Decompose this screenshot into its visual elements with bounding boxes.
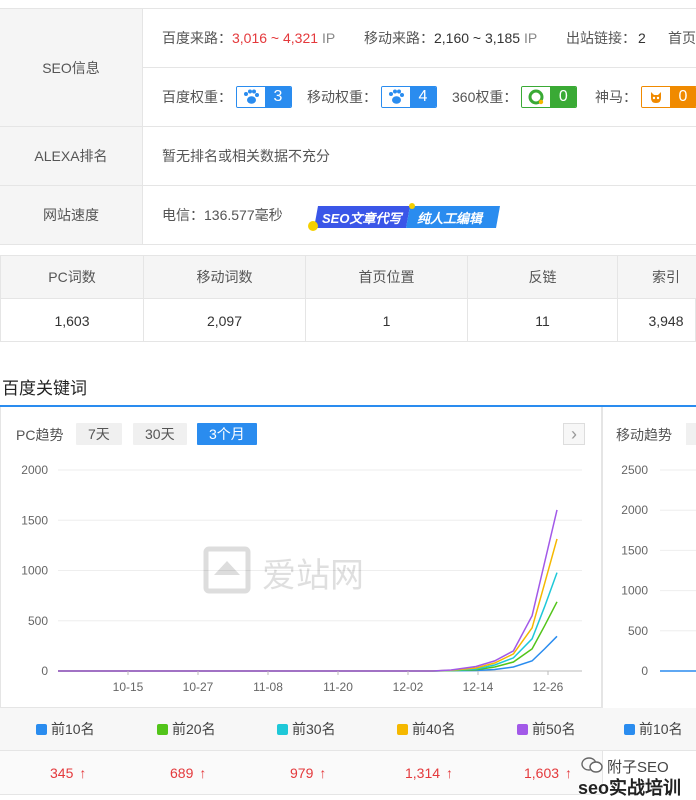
pc-trend-chart: 爱站网 10-15 10-27 11-08 11-20 12-02 12-14 12-26 … [21,463,582,694]
seo-info-row: SEO信息 百度来路： 3,016 ~ 4,321 IP 移动来路： 2,160… [0,9,696,127]
shenma-weight: 神马： 0 [595,67,696,127]
weight-360-badge[interactable]: 0 [521,86,578,108]
alexa-row: ALEXA排名 暂无排名或相关数据不充分 [0,127,696,186]
legend-item-top40[interactable]: 前40名 [397,708,456,750]
x-tick-label: 12-02 [393,680,424,694]
home-label: 首页 [668,30,696,46]
chevron-right-icon: › [571,423,577,444]
next-arrow-button[interactable]: › [563,423,585,445]
legend-swatch [36,723,47,735]
tab-30-days[interactable]: 30天 [133,423,187,445]
stats-header-backlinks: 反链 [468,256,618,299]
arrow-up-icon: ↑ [319,765,327,781]
shenma-horse-icon [642,87,670,107]
y-tick-label: 500 [628,624,648,638]
stats-header-index: 索引 [618,256,696,299]
x-tick-label: 10-15 [113,680,144,694]
stats-value-mobile[interactable]: 2,097 [144,299,306,342]
seo-writing-ad[interactable]: SEO文章代写 纯人工编辑 [306,203,502,231]
legend-value-top50: 1,603 ↑ [524,765,573,781]
arrow-up-icon: ↑ [79,765,87,781]
outlinks: 出站链接： 2 [566,30,646,46]
stats-header-mobile: 移动词数 [144,256,306,299]
legend-swatch [277,723,288,735]
weight-360: 360权重： 0 [452,67,578,127]
y-tick-label: 1000 [621,584,648,598]
arrow-up-icon: ↑ [446,765,454,781]
arrow-up-icon: ↑ [565,765,573,781]
x-tick-label: 11-20 [323,680,353,694]
mobile-source: 移动来路： 2,160 ~ 3,185 IP [364,30,538,46]
legend-value-top10: 345 ↑ [50,765,87,781]
watermark-text: 爱站网 [262,557,364,595]
arrow-up-icon: ↑ [199,765,207,781]
x-tick-label: 11-08 [253,680,283,694]
stats-value-backlinks[interactable]: 11 [468,299,618,342]
legend-swatch [397,723,408,735]
legend-item-top50[interactable]: 前50名 [517,708,576,750]
stats-header-pc: PC词数 [1,256,144,299]
legend-swatch [517,723,528,735]
shenma-weight-badge[interactable]: 0 [641,86,696,108]
legend-item-top30[interactable]: 前30名 [277,708,336,750]
watermark-line2: seo实战培训 [578,778,682,798]
legend-value-top40: 1,314 ↑ [405,765,454,781]
legend-value-top20: 689 ↑ [170,765,207,781]
stats-header-home: 首页位置 [306,256,468,299]
speed-label: 网站速度 [0,186,143,244]
tab-3-months[interactable]: 3个月 [197,423,257,445]
ad-right-text: 纯人工编辑 [417,211,483,226]
y-tick-label: 1500 [621,543,648,557]
seo-info-table: SEO信息 百度来路： 3,016 ~ 4,321 IP 移动来路： 2,160… [0,8,696,245]
mobile-trend-title: 移动趋势 [616,427,672,443]
aizhan-watermark: 爱站网 [203,546,364,595]
outlinks-value[interactable]: 2 [638,30,646,46]
x-tick-label: 12-26 [533,680,564,694]
mobile-weight-badge[interactable]: 4 [381,86,437,108]
baidu-source-value[interactable]: 3,016 ~ 4,321 [232,30,318,46]
pc-trend-title: PC趋势 [16,427,64,443]
x-tick-label: 10-27 [183,680,214,694]
stats-value-pc[interactable]: 1,603 [1,299,144,342]
y-tick-label: 0 [41,664,48,678]
baidu-paw-icon [382,87,410,107]
keyword-stats-table: PC词数 移动词数 首页位置 反链 索引 1,603 2,097 1 11 3,… [0,255,696,342]
legend-swatch [157,723,168,735]
y-tick-label: 2000 [621,503,648,517]
stats-value-home[interactable]: 1 [306,299,468,342]
mobile-source-value: 2,160 ~ 3,185 [434,30,521,46]
baidu-weight: 百度权重： 3 [162,67,292,127]
series-line-前20名 [58,601,558,672]
y-tick-label: 0 [641,664,648,678]
x-tick-label: 12-14 [463,680,494,694]
mobile-weight: 移动权重： 4 [307,67,437,127]
tab-7-days[interactable]: 7天 [76,423,122,445]
baidu-source: 百度来路： 3,016 ~ 4,321 IP [162,30,336,46]
alexa-label: ALEXA排名 [0,127,143,185]
y-tick-label: 2000 [21,463,48,477]
y-tick-label: 2500 [621,463,648,477]
legend-swatch [624,723,635,735]
section-title: 百度关键词 [2,379,87,398]
baidu-weight-badge[interactable]: 3 [236,86,292,108]
y-tick-label: 1000 [21,564,48,578]
legend-value-top30: 979 ↑ [290,765,327,781]
ad-left-text: SEO文章代写 [322,211,402,226]
y-tick-label: 1500 [21,513,48,527]
legend-item-top10[interactable]: 前10名 [36,708,95,750]
alexa-value: 暂无排名或相关数据不充分 [162,148,330,164]
360-logo-icon [522,87,551,107]
baidu-paw-icon [237,87,265,107]
stats-value-index[interactable]: 3,948 [618,299,696,342]
legend-item-top20[interactable]: 前20名 [157,708,216,750]
seo-info-label: SEO信息 [0,9,143,126]
y-tick-label: 500 [28,614,48,628]
speed-row: 网站速度 电信：136.577毫秒 SEO文章代写 纯人工编辑 [0,186,696,245]
speed-value: 电信：136.577毫秒 [162,207,283,223]
mobile-tab-partial[interactable] [686,423,696,445]
mobile-trend-chart: 0 500 1000 1500 2000 2500 [621,463,696,678]
mobile-legend-item-top10[interactable]: 前10名 [624,708,683,750]
